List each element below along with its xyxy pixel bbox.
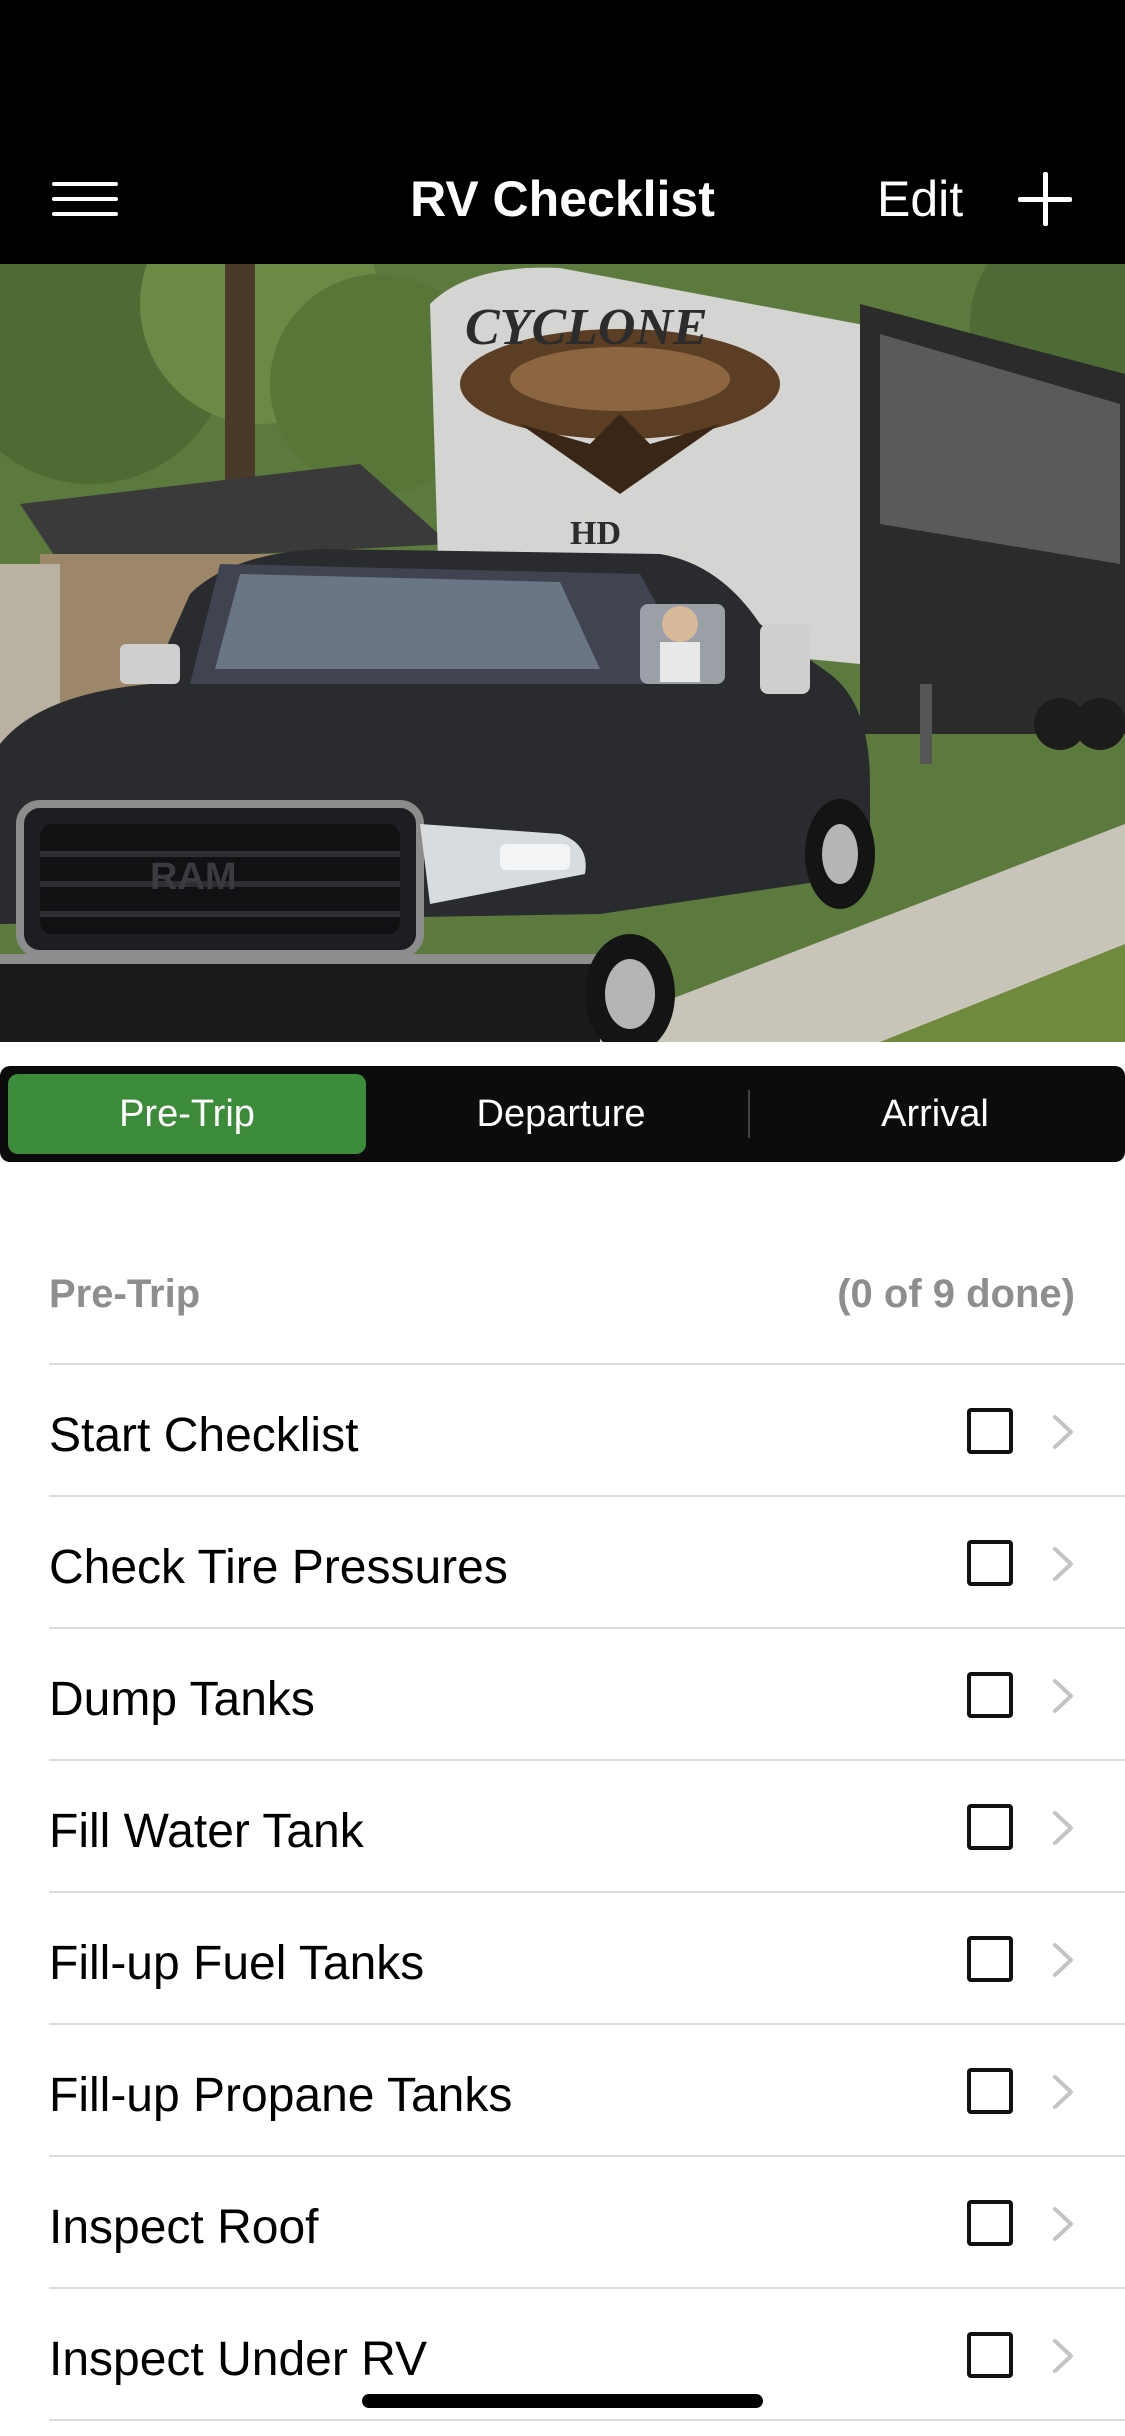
rv-brand-text: CYCLONE xyxy=(465,299,708,356)
item-label: Start Checklist xyxy=(49,1409,359,1462)
list-item[interactable]: Start Checklist xyxy=(0,1365,1125,1497)
tab-arrival[interactable]: Arrival xyxy=(750,1074,1120,1154)
item-checkbox[interactable] xyxy=(967,1540,1013,1586)
list-item[interactable]: Inspect Roof xyxy=(0,2157,1125,2289)
navigation-bar: RV Checklist Edit xyxy=(0,0,1125,264)
item-label: Fill Water Tank xyxy=(49,1805,364,1858)
truck-grille-text: RAM xyxy=(150,856,237,898)
edit-button[interactable]: Edit xyxy=(877,170,963,228)
chevron-right-icon xyxy=(1053,2339,1073,2373)
item-checkbox[interactable] xyxy=(967,1804,1013,1850)
item-label: Inspect Under RV xyxy=(49,2333,427,2386)
chevron-right-icon xyxy=(1053,1943,1073,1977)
tab-pre-trip[interactable]: Pre-Trip xyxy=(8,1074,366,1154)
divider xyxy=(49,2419,1125,2421)
item-label: Check Tire Pressures xyxy=(49,1541,508,1594)
list-item[interactable]: Fill-up Propane Tanks xyxy=(0,2025,1125,2157)
tab-departure[interactable]: Departure xyxy=(374,1074,748,1154)
item-checkbox[interactable] xyxy=(967,1408,1013,1454)
list-item[interactable]: Check Tire Pressures xyxy=(0,1497,1125,1629)
item-label: Fill-up Fuel Tanks xyxy=(49,1937,425,1990)
item-label: Inspect Roof xyxy=(49,2201,319,2254)
item-checkbox[interactable] xyxy=(967,1672,1013,1718)
chevron-right-icon xyxy=(1053,1415,1073,1449)
segmented-control: Pre-Trip Departure Arrival xyxy=(0,1066,1125,1162)
item-label: Dump Tanks xyxy=(49,1673,315,1726)
item-label: Fill-up Propane Tanks xyxy=(49,2069,513,2122)
list-item[interactable]: Dump Tanks xyxy=(0,1629,1125,1761)
rv-badge-text: HD xyxy=(570,515,621,552)
section-title: Pre-Trip xyxy=(49,1272,201,1316)
chevron-right-icon xyxy=(1053,1811,1073,1845)
checklist: Start Checklist Check Tire Pressures Dum… xyxy=(0,1365,1125,2421)
plus-icon[interactable] xyxy=(1018,172,1072,226)
item-checkbox[interactable] xyxy=(967,2332,1013,2378)
chevron-right-icon xyxy=(1053,1547,1073,1581)
home-indicator[interactable] xyxy=(362,2394,763,2408)
chevron-right-icon xyxy=(1053,1679,1073,1713)
item-checkbox[interactable] xyxy=(967,2068,1013,2114)
chevron-right-icon xyxy=(1053,2207,1073,2241)
truck-rv-illustration: CYCLONE HD RAM xyxy=(0,264,1125,1042)
header-photo: CYCLONE HD RAM xyxy=(0,264,1125,1042)
app-screen: RV Checklist Edit CYCLONE HD RAM Pre-Tri… xyxy=(0,0,1125,2436)
list-item[interactable]: Fill Water Tank xyxy=(0,1761,1125,1893)
list-item[interactable]: Fill-up Fuel Tanks xyxy=(0,1893,1125,2025)
item-checkbox[interactable] xyxy=(967,1936,1013,1982)
progress-count: (0 of 9 done) xyxy=(837,1272,1075,1316)
chevron-right-icon xyxy=(1053,2075,1073,2109)
item-checkbox[interactable] xyxy=(967,2200,1013,2246)
